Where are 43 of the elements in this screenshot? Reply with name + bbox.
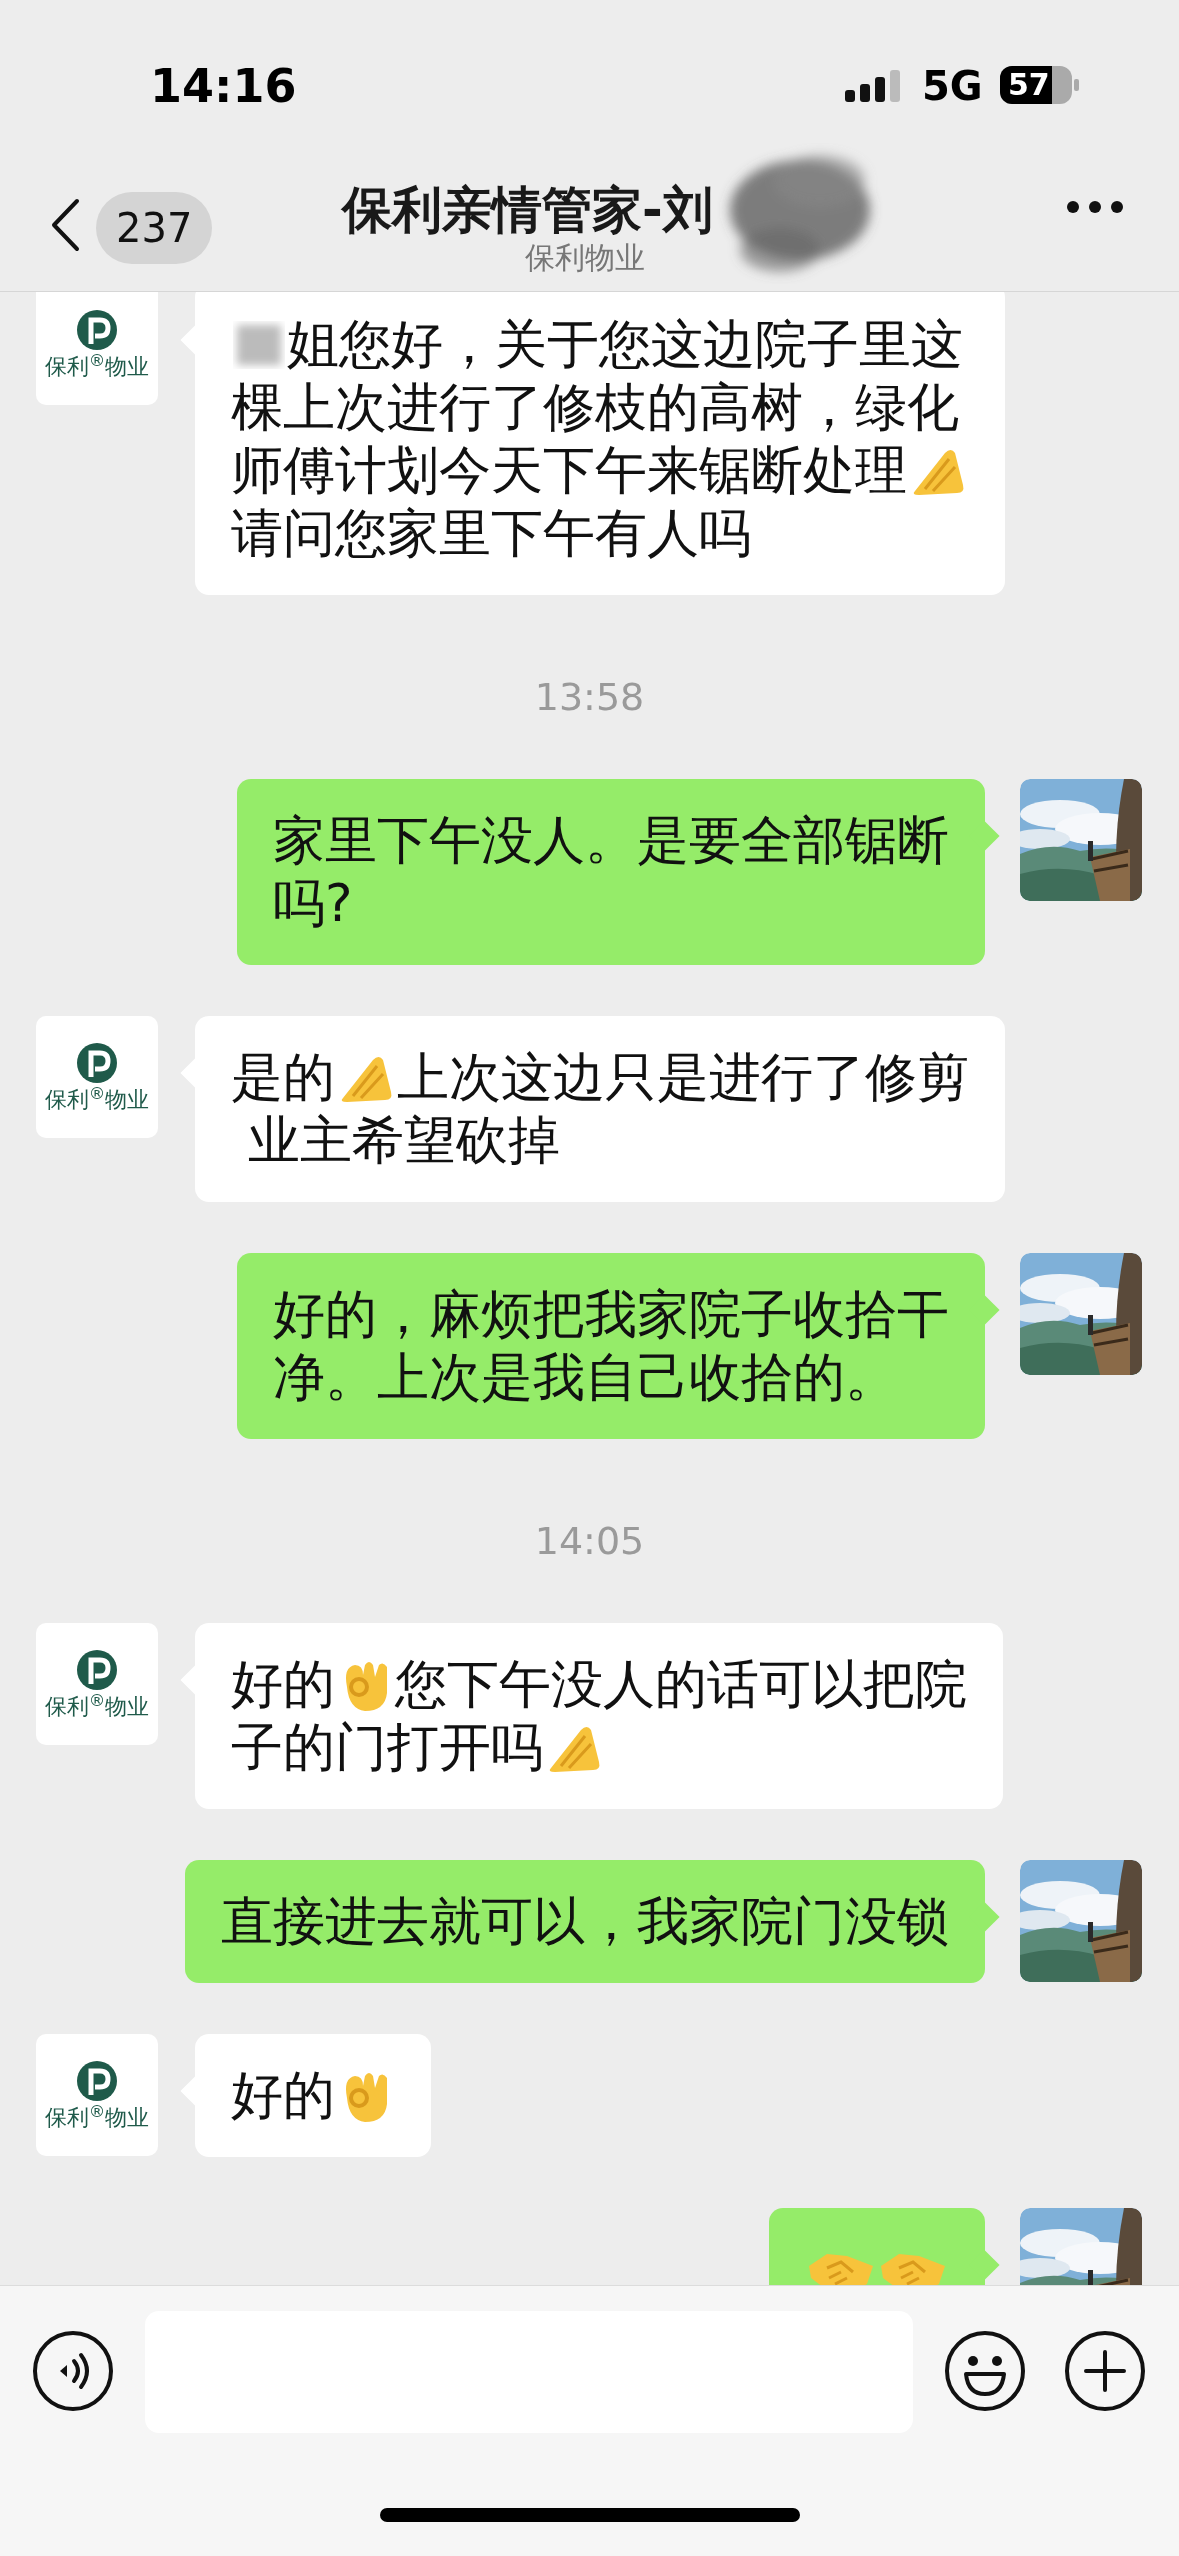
chat-subtitle: 保利物业 xyxy=(525,240,645,276)
message-text: 业主希望砍掉 xyxy=(246,1109,560,1172)
unread-count-badge[interactable]: 237 xyxy=(96,192,213,264)
message-text: 请问您家里下午有人吗 xyxy=(231,502,751,565)
battery-level: 57 xyxy=(1008,67,1050,103)
logo-text: 保利$^{®}$物业 xyxy=(44,354,150,380)
message-text: 子的门打开吗 xyxy=(231,1716,543,1779)
logo-icon xyxy=(75,2059,119,2103)
status-time: 14:16 xyxy=(150,58,297,114)
company-avatar[interactable]: 保利$^{®}$物业 xyxy=(36,1623,158,1745)
message-text: 上次这边只是进行了修剪 xyxy=(397,1046,969,1109)
message-text: 直接进去就可以，我家院门没锁 xyxy=(221,1890,949,1953)
logo-text: 保利$^{®}$物业 xyxy=(44,1087,150,1113)
emoji-icon[interactable] xyxy=(944,2330,1026,2412)
company-avatar[interactable]: 保利$^{®}$物业 xyxy=(36,1016,158,1138)
company-avatar[interactable]: 保利$^{®}$物业 xyxy=(36,292,158,405)
timestamp: 14:05 xyxy=(534,1519,645,1563)
message-text: 师傅计划今天下午来锯断处理 xyxy=(231,439,907,502)
logo-text: 保利$^{®}$物业 xyxy=(44,1694,150,1720)
timestamp: 13:58 xyxy=(534,675,645,719)
message-text: 您下午没人的话可以把院 xyxy=(395,1653,967,1716)
message-text: 净。上次是我自己收拾的。 xyxy=(273,1346,897,1409)
message-text: 棵上次进行了修枝的高树，绿化 xyxy=(231,376,959,439)
network-label: 5G xyxy=(922,62,983,110)
signal-icon xyxy=(845,70,901,102)
chat-title: 保利亲情管家-刘 xyxy=(342,180,713,240)
add-icon[interactable] xyxy=(1064,2330,1146,2412)
logo-icon xyxy=(75,1041,119,1085)
more-icon[interactable] xyxy=(1066,200,1124,214)
logo-icon xyxy=(75,1648,119,1692)
battery-icon xyxy=(1000,66,1080,104)
message-text: 家里下午没人。是要全部锯断 xyxy=(273,809,949,872)
back-icon[interactable] xyxy=(50,198,80,252)
company-avatar[interactable]: 保利$^{®}$物业 xyxy=(36,2034,158,2156)
message-text: 好的，麻烦把我家院子收拾干 xyxy=(273,1283,949,1346)
logo-text: 保利$^{®}$物业 xyxy=(44,2105,150,2131)
logo-icon xyxy=(75,308,119,352)
message-text: 好的 xyxy=(231,1653,335,1716)
message-text: 姐您好，关于您这边院子里这 xyxy=(287,313,963,376)
voice-icon[interactable] xyxy=(32,2330,114,2412)
message-text: 吗? xyxy=(273,872,353,935)
message-text: 好的 xyxy=(231,2064,335,2127)
message-text: 是的 xyxy=(231,1046,335,1109)
